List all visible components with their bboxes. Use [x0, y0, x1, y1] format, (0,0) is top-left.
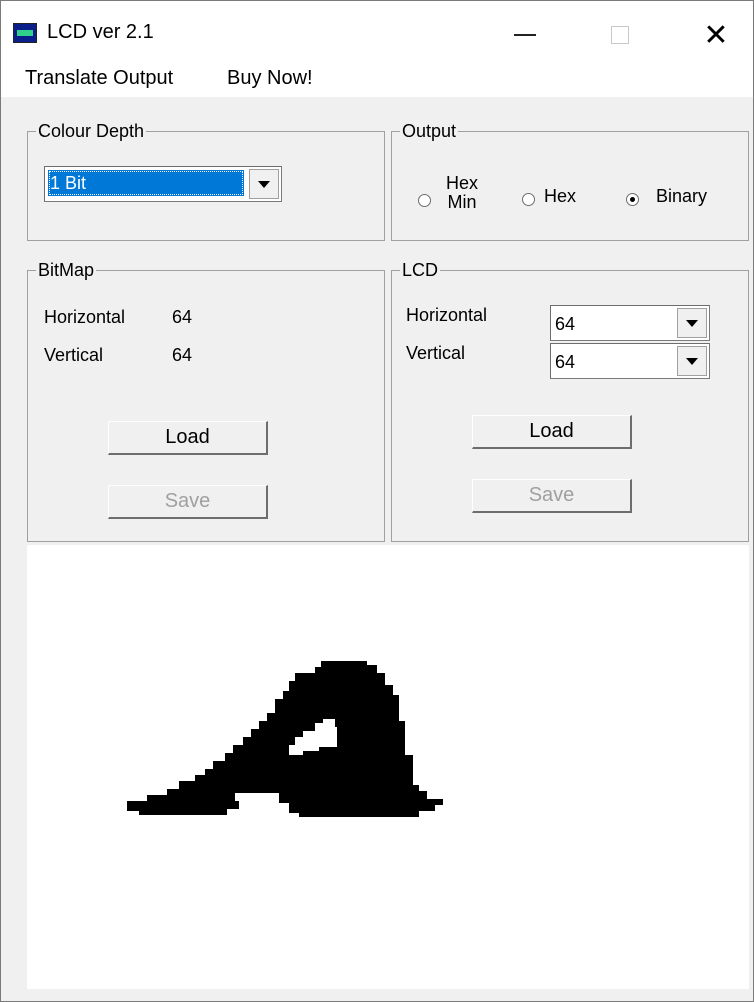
menu-bar: Translate Output Buy Now!: [1, 63, 753, 97]
radio-binary[interactable]: [626, 193, 639, 206]
bitmap-preview-canvas[interactable]: [27, 545, 749, 989]
window-title: LCD ver 2.1: [47, 21, 154, 43]
menu-buy-now[interactable]: Buy Now!: [227, 67, 313, 90]
colour-depth-group: Colour Depth 1 Bit: [27, 121, 385, 241]
bitmap-vertical-label: Vertical: [44, 345, 104, 365]
output-group: Output Hex Min Hex Binary: [391, 121, 749, 241]
lcd-title: LCD: [400, 260, 441, 281]
lcd-save-button[interactable]: Save: [472, 479, 632, 513]
colour-depth-value: 1 Bit: [48, 170, 244, 196]
hex-min-line2: Min: [447, 192, 477, 212]
output-title: Output: [400, 121, 459, 142]
radio-hex[interactable]: [522, 193, 535, 206]
radio-binary-label[interactable]: Binary: [656, 186, 707, 207]
radio-hex-label[interactable]: Hex: [544, 186, 576, 207]
close-button[interactable]: ✕: [693, 15, 739, 55]
menu-translate-output[interactable]: Translate Output: [25, 67, 173, 90]
bitmap-horizontal-label: Horizontal: [44, 307, 126, 327]
radio-hex-min[interactable]: [418, 194, 431, 207]
lcd-vertical-label: Vertical: [406, 343, 466, 363]
radio-hex-min-label[interactable]: Hex Min: [446, 174, 478, 212]
lcd-horizontal-value: 64: [555, 314, 576, 334]
bitmap-title: BitMap: [36, 260, 97, 281]
lcd-group: LCD Horizontal 64 Vertical 64 Load Save: [391, 260, 749, 542]
chevron-down-icon[interactable]: [249, 169, 279, 199]
hex-min-line1: Hex: [446, 173, 479, 193]
lcd-horizontal-label: Horizontal: [406, 305, 488, 325]
colour-depth-title: Colour Depth: [36, 121, 147, 142]
minimize-button[interactable]: [502, 15, 548, 55]
app-icon[interactable]: [13, 23, 37, 43]
chevron-down-icon[interactable]: [677, 346, 707, 376]
bitmap-horizontal-value: 64: [172, 307, 193, 327]
main-window: LCD ver 2.1 ✕ Translate Output Buy Now! …: [0, 0, 754, 1002]
bitmap-load-button[interactable]: Load: [108, 421, 268, 455]
bitmap-group: BitMap Horizontal 64 Vertical 64 Load Sa…: [27, 260, 385, 542]
colour-depth-select[interactable]: 1 Bit: [44, 166, 282, 202]
lcd-load-button[interactable]: Load: [472, 415, 632, 449]
lcd-vertical-select[interactable]: 64: [550, 343, 710, 379]
lcd-horizontal-select[interactable]: 64: [550, 305, 710, 341]
letter-a-bitmap-image: [127, 661, 443, 817]
lcd-vertical-value: 64: [555, 352, 576, 372]
close-icon: ✕: [703, 18, 729, 52]
bitmap-save-button[interactable]: Save: [108, 485, 268, 519]
title-bar[interactable]: LCD ver 2.1 ✕: [1, 1, 753, 63]
bitmap-vertical-value: 64: [172, 345, 193, 365]
chevron-down-icon[interactable]: [677, 308, 707, 338]
maximize-button[interactable]: [597, 15, 643, 55]
